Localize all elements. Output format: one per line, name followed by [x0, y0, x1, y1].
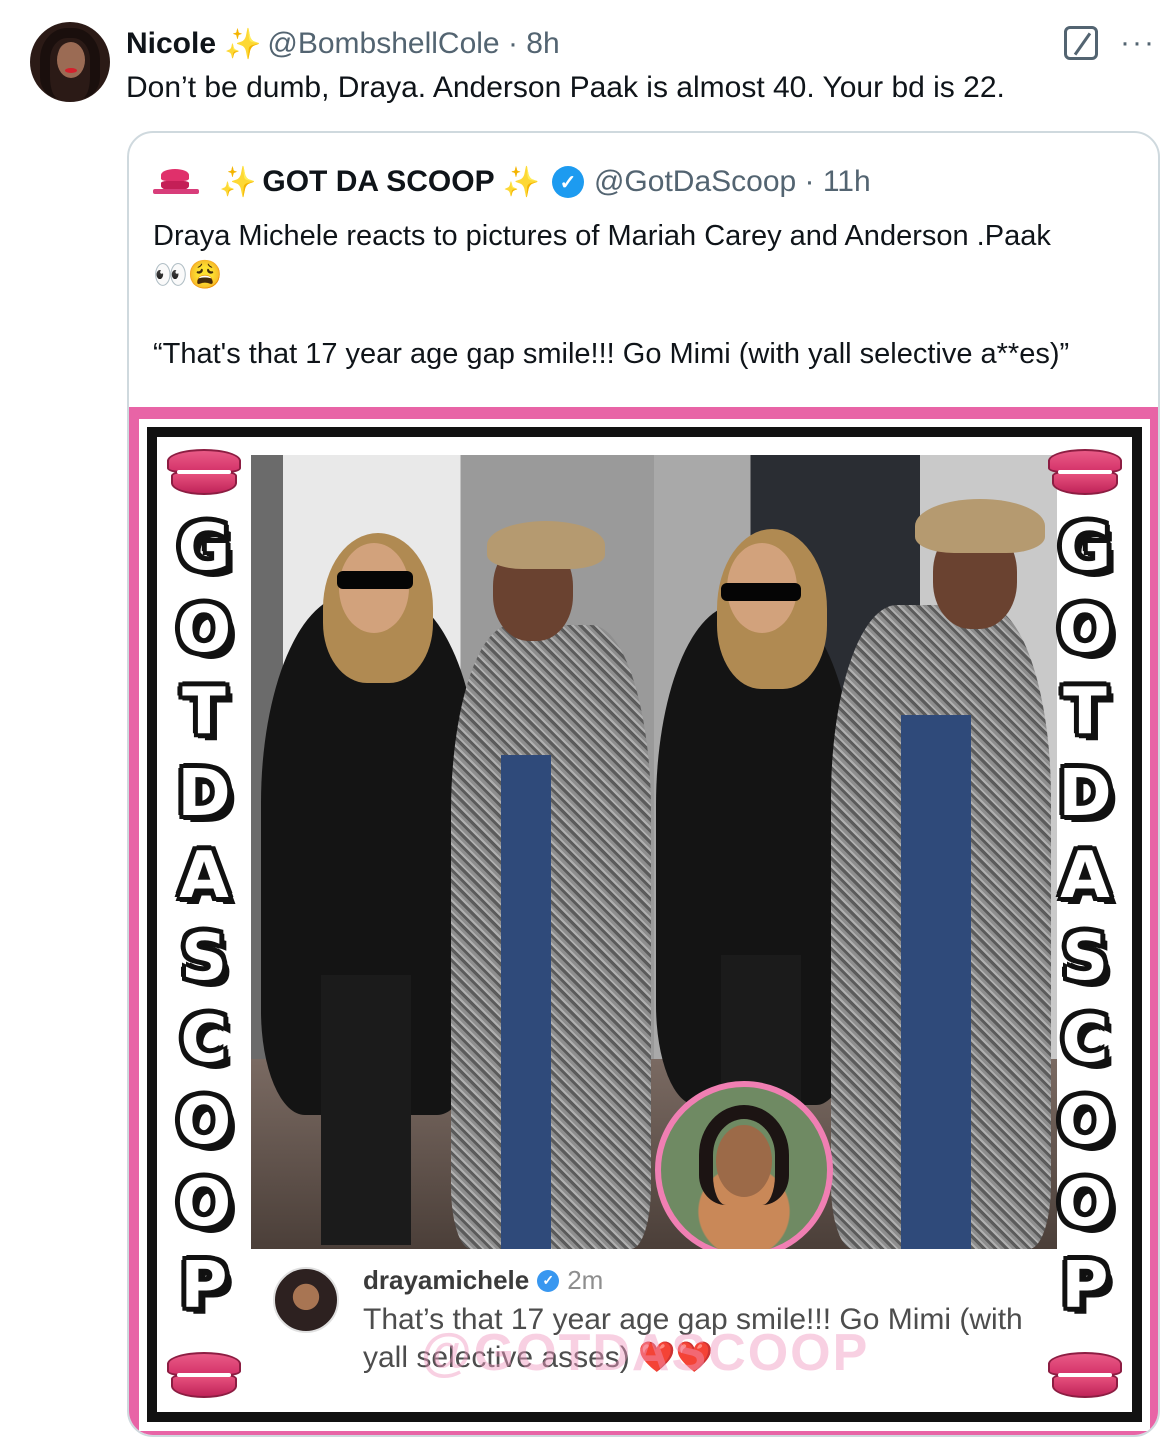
banner-letter: P — [180, 1249, 228, 1323]
quoted-emoji-line: 👀😩 — [153, 259, 223, 290]
tweet-actions-top: ··· — [1064, 26, 1156, 60]
banner-letter: D — [177, 757, 231, 831]
quoted-text-line1: Draya Michele reacts to pictures of Mari… — [153, 220, 1051, 252]
lips-icon — [165, 1348, 243, 1402]
author-handle-time[interactable]: @BombshellCole · 8h — [267, 27, 559, 61]
lips-icon — [165, 445, 243, 499]
quoted-handle-time[interactable]: @GotDaScoop · 11h — [594, 165, 871, 199]
banner-letter: T — [182, 675, 226, 749]
side-banner-left: G O T D A S C O O P — [157, 437, 251, 1412]
banner-letter: D — [1058, 757, 1112, 831]
banner-letter: G — [1058, 511, 1112, 585]
media-inner: G O T D A S C O O P drayamichele ✓ 2m Th… — [139, 419, 1150, 1431]
banner-letter: A — [1060, 839, 1110, 913]
quoted-text-quote: “That's that 17 year age gap smile!!! Go… — [153, 338, 1070, 370]
quoted-header: ✨ GOT DA SCOOP ✨ ✓ @GotDaScoop · 11h — [153, 161, 871, 203]
lips-icon — [1046, 445, 1124, 499]
banner-letter: S — [1061, 921, 1109, 995]
tweet-text: Don’t be dumb, Draya. Anderson Paak is a… — [126, 71, 1005, 104]
banner-letter: O — [1057, 1085, 1113, 1159]
avatar-lips — [65, 68, 77, 73]
banner-letter: S — [180, 921, 228, 995]
banner-letter: G — [177, 511, 231, 585]
banner-letter: O — [176, 1085, 232, 1159]
banner-letter: C — [180, 1003, 228, 1077]
quoted-author-name[interactable]: GOT DA SCOOP — [262, 165, 494, 199]
banner-letter: C — [1061, 1003, 1109, 1077]
quoted-media-image[interactable]: G O T D A S C O O P drayamichele ✓ 2m Th… — [129, 407, 1158, 1435]
celebrity-photo — [251, 455, 1057, 1249]
banner-letter: O — [1057, 1167, 1113, 1241]
banner-letter: O — [176, 593, 232, 667]
draya-avatar — [655, 1081, 833, 1249]
media-frame: G O T D A S C O O P drayamichele ✓ 2m Th… — [147, 427, 1142, 1422]
grok-icon[interactable] — [1064, 26, 1099, 60]
more-icon[interactable]: ··· — [1120, 28, 1156, 58]
lips-icon — [1046, 1348, 1124, 1402]
tweet-header: Nicole ✨ @BombshellCole · 8h — [126, 24, 560, 64]
ig-comment-time: 2m — [567, 1265, 604, 1295]
banner-letter: T — [1063, 675, 1107, 749]
side-letters-left: G O T D A S C O O P — [177, 507, 231, 1327]
ig-commenter-avatar — [273, 1267, 339, 1333]
banner-letter: P — [1061, 1249, 1109, 1323]
side-banner-right: G O T D A S C O O P — [1038, 437, 1132, 1412]
side-letters-right: G O T D A S C O O P — [1058, 507, 1112, 1327]
verified-badge-icon: ✓ — [551, 166, 584, 198]
author-avatar[interactable] — [30, 22, 110, 102]
banner-letter: A — [179, 839, 229, 913]
sparkle-icon: ✨ — [219, 165, 257, 199]
sparkle-icon: ✨ — [502, 165, 540, 199]
gotdascoop-logo-icon — [153, 167, 201, 197]
quoted-tweet[interactable]: ✨ GOT DA SCOOP ✨ ✓ @GotDaScoop · 11h Dra… — [127, 131, 1160, 1437]
ig-username-row: drayamichele ✓ 2m — [363, 1265, 603, 1296]
ig-username: drayamichele — [363, 1265, 530, 1295]
author-name[interactable]: Nicole — [126, 27, 216, 61]
watermark: @GOTDASCOOP — [421, 1324, 870, 1382]
banner-letter: O — [1057, 593, 1113, 667]
ig-verified-icon: ✓ — [537, 1269, 560, 1292]
instagram-comment: drayamichele ✓ 2m That’s that 17 year ag… — [251, 1249, 1057, 1412]
banner-letter: O — [176, 1167, 232, 1241]
sparkle-icon: ✨ — [224, 27, 262, 61]
